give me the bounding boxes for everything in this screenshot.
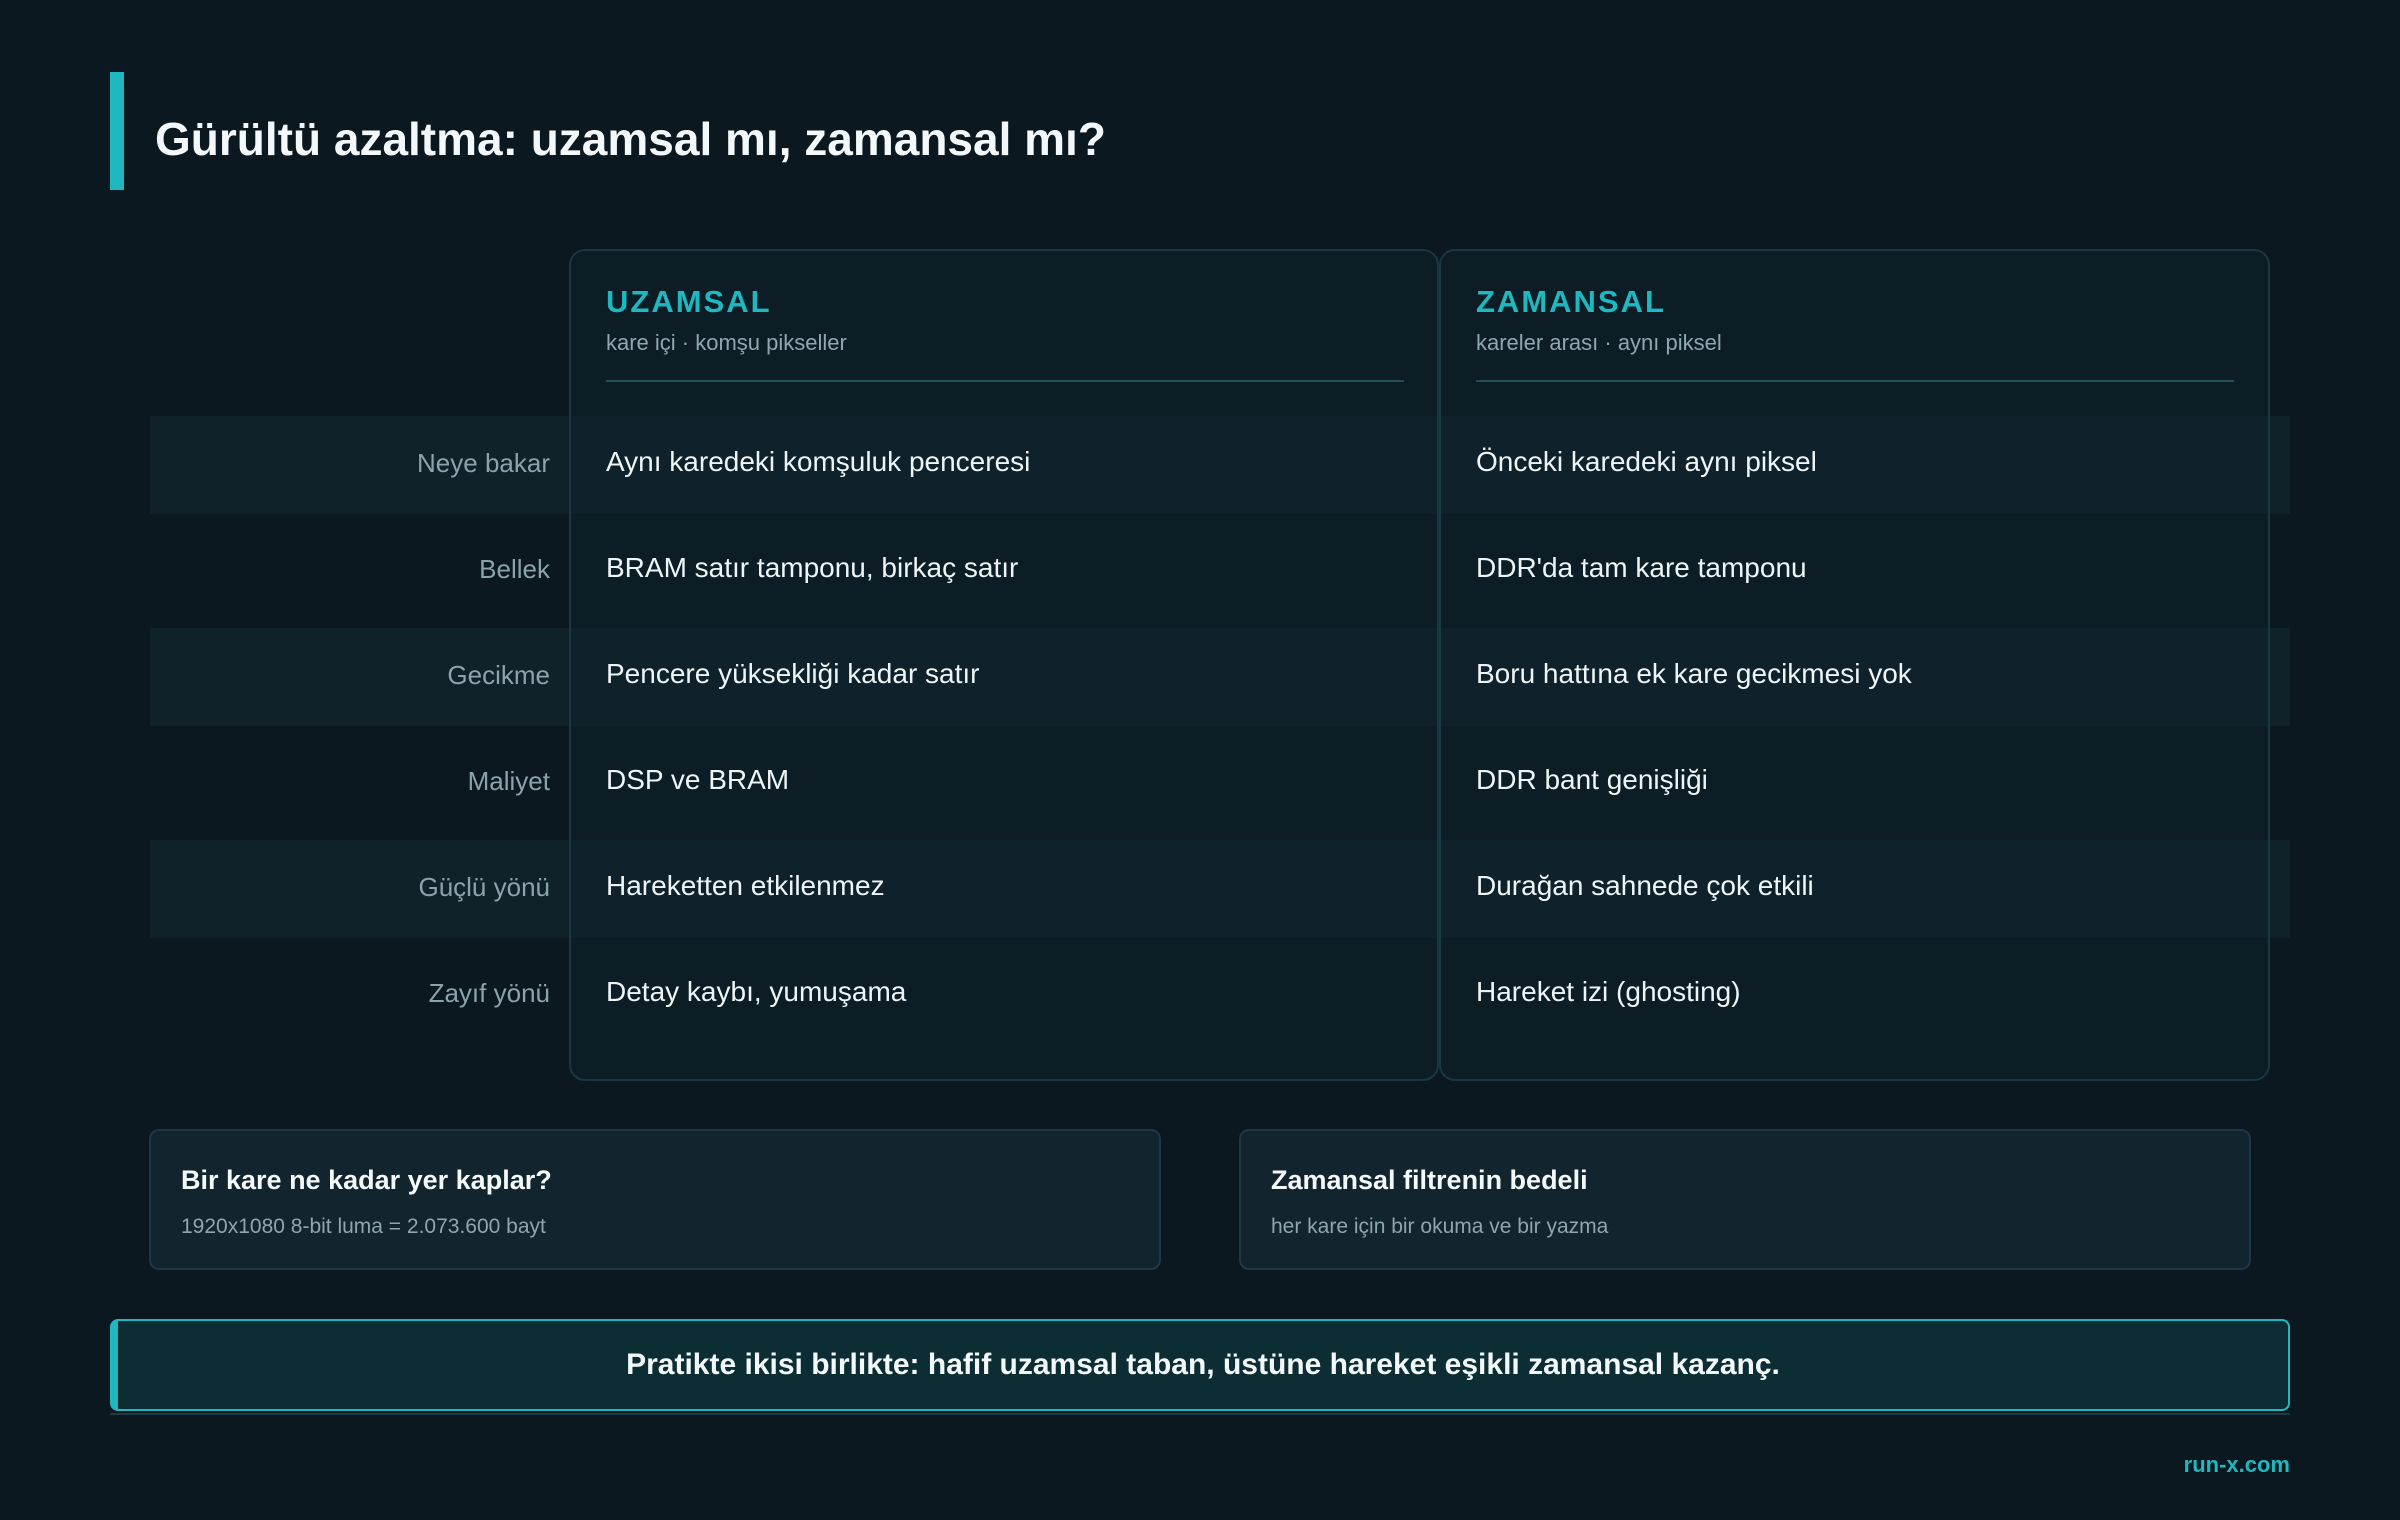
zamansal-cell-zayif-yonu: Hareket izi (ghosting) [1476, 976, 1741, 1007]
row-label-maliyet: Maliyet [467, 766, 550, 796]
info-card-title: Zamansal filtrenin bedeli [1271, 1165, 1588, 1195]
uzamsal-cell-guclu-yonu: Hareketten etkilenmez [606, 870, 885, 901]
zamansal-column-title: ZAMANSAL [1476, 284, 1666, 319]
zamansal-header-divider [1476, 380, 2234, 382]
uzamsal-cell-neye-bakar: Aynı karedeki komşuluk penceresi [606, 446, 1031, 477]
row-label-gecikme: Gecikme [447, 660, 550, 690]
uzamsal-cell-gecikme: Pencere yüksekliği kadar satır [606, 658, 980, 689]
row-label-bellek: Bellek [479, 554, 550, 584]
row-label-guclu-yonu: Güçlü yönü [418, 872, 550, 902]
uzamsal-column-title: UZAMSAL [606, 284, 772, 319]
info-card-subtitle: 1920x1080 8-bit luma = 2.073.600 bayt [181, 1215, 546, 1238]
zamansal-cell-guclu-yonu: Durağan sahnede çok etkili [1476, 870, 1814, 901]
page-title: Gürültü azaltma: uzamsal mı, zamansal mı… [155, 113, 1106, 165]
title-accent-bar [110, 72, 124, 190]
uzamsal-header-divider [606, 380, 1404, 382]
conclusion-text: Pratikte ikisi birlikte: hafif uzamsal t… [626, 1348, 1780, 1381]
zamansal-cell-neye-bakar: Önceki karedeki aynı piksel [1476, 446, 1817, 477]
info-card-temporal-cost: Zamansal filtrenin bedeli her kare için … [1239, 1129, 2251, 1270]
brand-link[interactable]: run-x.com [2184, 1452, 2290, 1478]
zamansal-cell-bellek: DDR'da tam kare tamponu [1476, 552, 1807, 583]
conclusion-callout: Pratikte ikisi birlikte: hafif uzamsal t… [110, 1319, 2290, 1411]
zamansal-cell-gecikme: Boru hattına ek kare gecikmesi yok [1476, 658, 1912, 689]
info-card-frame-size: Bir kare ne kadar yer kaplar? 1920x1080 … [149, 1129, 1161, 1270]
zamansal-column-subtitle: kareler arası · aynı piksel [1476, 330, 1722, 355]
row-label-neye-bakar: Neye bakar [417, 448, 550, 478]
info-card-subtitle: her kare için bir okuma ve bir yazma [1271, 1215, 1609, 1238]
info-card-title: Bir kare ne kadar yer kaplar? [181, 1165, 552, 1195]
uzamsal-cell-zayif-yonu: Detay kaybı, yumuşama [606, 976, 907, 1007]
zamansal-cell-maliyet: DDR bant genişliği [1476, 764, 1708, 795]
uzamsal-cell-bellek: BRAM satır tamponu, birkaç satır [606, 552, 1019, 583]
uzamsal-cell-maliyet: DSP ve BRAM [606, 764, 790, 795]
row-label-zayif-yonu: Zayıf yönü [428, 978, 550, 1008]
uzamsal-column-subtitle: kare içi · komşu pikseller [606, 330, 847, 355]
callout-underline [110, 1413, 2290, 1415]
